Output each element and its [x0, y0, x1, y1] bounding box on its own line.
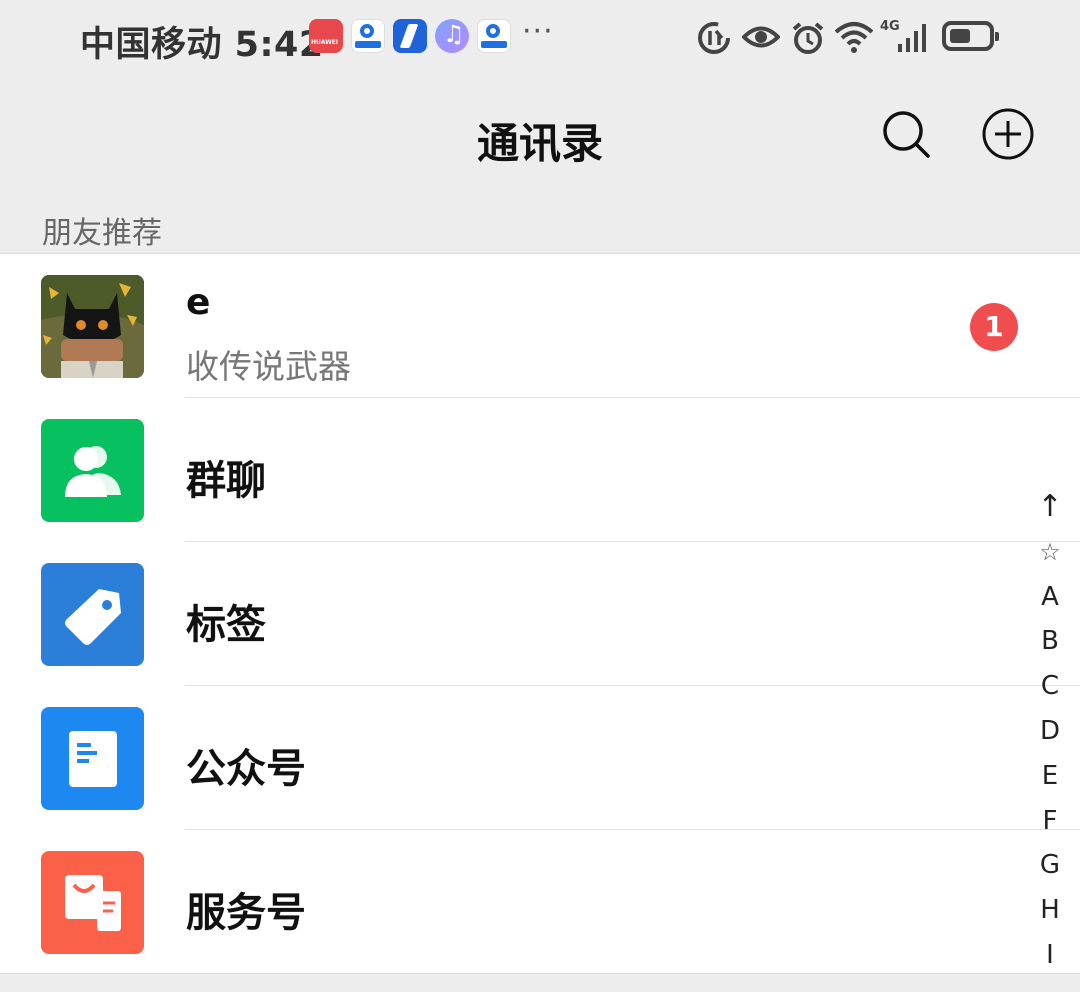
bolt-app-icon — [393, 19, 427, 53]
more-notifications: ··· — [522, 14, 554, 49]
alphabet-index[interactable]: ↑ ☆ A B C D E F G H I — [1032, 485, 1068, 978]
unread-badge: 1 — [970, 303, 1018, 351]
index-letter[interactable]: A — [1032, 575, 1068, 620]
battery-icon — [942, 21, 999, 51]
search-icon — [883, 111, 930, 158]
blue-p-app-icon — [477, 19, 511, 53]
item-label: 服务号 — [186, 890, 306, 936]
service-accounts-item[interactable]: 服务号 — [0, 830, 1080, 974]
recommend-name: e — [186, 282, 211, 323]
item-label: 公众号 — [186, 746, 306, 792]
svg-text:4G: 4G — [880, 19, 900, 34]
friend-recommend-item[interactable]: e 收传说武器 1 — [0, 254, 1080, 398]
carrier-time: 中国移动 5:42 — [80, 25, 324, 65]
item-label: 标签 — [186, 602, 266, 648]
bottom-section — [0, 973, 1080, 992]
item-label: 群聊 — [186, 458, 266, 504]
eye-icon — [742, 26, 780, 48]
alarm-icon — [792, 22, 824, 54]
index-letter[interactable]: C — [1032, 664, 1068, 709]
blue-p-app-icon — [351, 19, 385, 53]
signal-4g-icon: 4G — [880, 19, 926, 52]
huawei-appgallery-icon: HUAWEI — [309, 19, 343, 53]
index-letter[interactable]: G — [1032, 843, 1068, 888]
official-accounts-item[interactable]: 公众号 — [0, 686, 1080, 830]
tags-item[interactable]: 标签 — [0, 542, 1080, 686]
music-app-icon — [435, 19, 469, 53]
official-account-icon — [41, 707, 144, 810]
group-chat-icon — [41, 419, 144, 522]
plus-circle-icon — [982, 108, 1034, 160]
index-letter[interactable]: D — [1032, 709, 1068, 754]
index-letter[interactable]: I — [1032, 933, 1068, 978]
group-chats-item[interactable]: 群聊 — [0, 398, 1080, 542]
contacts-list: e 收传说武器 1 群聊 标签 公众号 服务号 — [0, 253, 1080, 974]
index-top-arrow[interactable]: ↑ — [1032, 485, 1068, 530]
recommend-section-header: 朋友推荐 — [42, 216, 162, 251]
wifi-icon — [834, 22, 874, 53]
index-letter[interactable]: B — [1032, 619, 1068, 664]
status-bar: 中国移动 5:42 HUAWEI ··· 4G — [0, 0, 1080, 76]
tag-icon — [41, 563, 144, 666]
add-button[interactable] — [982, 108, 1034, 160]
service-account-icon — [41, 851, 144, 954]
avatar — [41, 275, 144, 378]
search-button[interactable] — [880, 108, 932, 160]
index-starred[interactable]: ☆ — [1032, 530, 1068, 575]
data-saver-icon — [698, 22, 730, 54]
index-letter[interactable]: H — [1032, 888, 1068, 933]
index-letter[interactable]: F — [1032, 799, 1068, 844]
recommend-message: 收传说武器 — [186, 347, 351, 386]
index-letter[interactable]: E — [1032, 754, 1068, 799]
